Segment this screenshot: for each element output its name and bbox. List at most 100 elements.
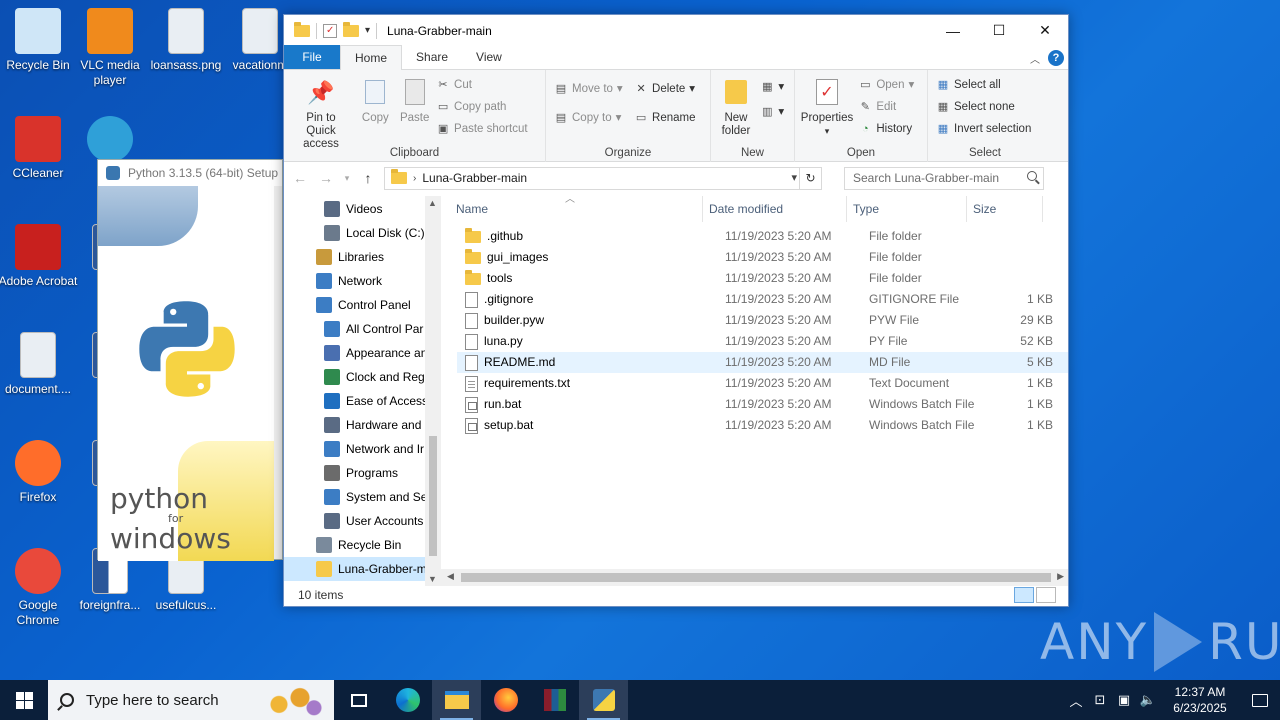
column-header-size[interactable]: Size — [967, 196, 1043, 222]
maximize-button[interactable]: ☐ — [976, 15, 1022, 46]
new-folder-button[interactable]: New folder — [715, 74, 757, 140]
taskbar-file-explorer[interactable] — [432, 680, 481, 720]
show-hidden-icons-icon[interactable]: ︿ — [1064, 691, 1088, 710]
minimize-button[interactable]: — — [930, 15, 976, 46]
desktop-icon[interactable]: Firefox — [0, 440, 78, 505]
select-none-button[interactable]: ▦ Select none — [936, 98, 1031, 117]
scroll-up-icon[interactable]: ▲ — [428, 198, 437, 208]
nav-item[interactable]: Recycle Bin — [284, 533, 441, 557]
history-button[interactable]: ◔ History — [858, 120, 914, 139]
desktop-icon[interactable]: loansass.png — [146, 8, 226, 73]
tab-share[interactable]: Share — [402, 45, 462, 69]
nav-item[interactable]: Hardware and — [284, 413, 441, 437]
file-row[interactable]: tools 11/19/2023 5:20 AM File folder — [457, 268, 1068, 289]
taskbar-search-box[interactable]: Type here to search — [48, 680, 334, 720]
search-input[interactable]: Search Luna-Grabber-main — [844, 166, 1044, 190]
nav-item[interactable]: Appearance an — [284, 341, 441, 365]
pin-to-quick-access-button[interactable]: 📌 Pin to Quick access — [288, 74, 354, 153]
desktop-icon[interactable]: Google Chrome — [0, 548, 78, 628]
taskbar-winrar[interactable] — [530, 680, 579, 720]
desktop-icon[interactable]: Adobe Acrobat — [0, 224, 78, 289]
column-header-date[interactable]: Date modified — [703, 196, 847, 222]
python-setup-titlebar[interactable]: Python 3.13.5 (64-bit) Setup — [98, 160, 282, 186]
nav-item[interactable]: All Control Par — [284, 317, 441, 341]
properties-button[interactable]: ✓ Properties ▾ — [799, 74, 855, 140]
rename-button[interactable]: ▭ Rename — [634, 109, 696, 128]
breadcrumb[interactable]: Luna-Grabber-main — [422, 171, 527, 185]
clock[interactable]: 12:37 AM 6/23/2025 — [1160, 684, 1240, 716]
nav-item[interactable]: Ease of Access — [284, 389, 441, 413]
properties-qat-icon[interactable]: ✓ — [323, 23, 337, 38]
volume-icon[interactable]: 🔈 — [1136, 692, 1160, 708]
column-header-type[interactable]: Type — [847, 196, 967, 222]
desktop-icon[interactable]: VLC media player — [70, 8, 150, 88]
nav-item[interactable]: Libraries — [284, 245, 441, 269]
nav-item[interactable]: Videos — [284, 197, 441, 221]
nav-scroll-thumb[interactable] — [429, 436, 437, 556]
breadcrumb-chevron-icon[interactable]: › — [413, 173, 416, 184]
tab-home[interactable]: Home — [340, 45, 403, 70]
nav-item[interactable]: User Accounts — [284, 509, 441, 533]
network-icon[interactable]: ▣ — [1112, 692, 1136, 708]
file-row[interactable]: requirements.txt 11/19/2023 5:20 AM Text D… — [457, 373, 1068, 394]
cut-button[interactable]: ✂ Cut — [436, 76, 528, 95]
file-row[interactable]: .gitignore 11/19/2023 5:20 AM GITIGNORE Fi… — [457, 289, 1068, 310]
tab-view[interactable]: View — [462, 45, 516, 69]
file-row[interactable]: .github 11/19/2023 5:20 AM File folder — [457, 226, 1068, 247]
desktop-icon[interactable]: document.... — [0, 332, 78, 397]
delete-button[interactable]: ✕ Delete ▾ — [634, 80, 695, 99]
file-list[interactable]: Name ︿ Date modified Type Size .github 11… — [441, 194, 1068, 586]
scroll-down-icon[interactable]: ▼ — [428, 574, 437, 584]
new-item-button[interactable]: ▦ ▾ — [760, 78, 784, 97]
file-explorer-window[interactable]: ✓ ▾ Luna-Grabber-main — ☐ ✕ File Home Sh… — [283, 14, 1069, 607]
nav-item[interactable]: Programs — [284, 461, 441, 485]
taskbar-firefox[interactable] — [481, 680, 530, 720]
nav-item[interactable]: System and Se — [284, 485, 441, 509]
python-setup-window[interactable]: Python 3.13.5 (64-bit) Setup python for … — [97, 159, 283, 561]
scroll-left-icon[interactable]: ◀ — [447, 571, 454, 582]
desktop-icon[interactable]: CCleaner — [0, 116, 78, 181]
file-row[interactable]: gui_images 11/19/2023 5:20 AM File folder — [457, 247, 1068, 268]
taskbar-edge[interactable] — [383, 680, 432, 720]
address-dropdown-icon[interactable]: ▾ — [791, 171, 797, 184]
paste-button[interactable]: Paste — [397, 74, 433, 127]
navigation-pane[interactable]: Videos Local Disk (C:) Libraries Network Con… — [284, 196, 441, 586]
qat-dropdown-icon[interactable]: ▾ — [365, 25, 370, 36]
refresh-icon[interactable]: ↻ — [799, 167, 821, 189]
close-button[interactable]: ✕ — [1022, 15, 1068, 46]
copy-path-button[interactable]: ▭ Copy path — [436, 98, 528, 117]
recent-dropdown-icon[interactable]: ▾ — [342, 173, 352, 184]
move-to-button[interactable]: ▤ Move to ▾ — [554, 80, 623, 99]
invert-selection-button[interactable]: ▦ Invert selection — [936, 120, 1032, 139]
desktop-icon[interactable]: Recycle Bin — [0, 8, 78, 73]
file-row[interactable]: builder.pyw 11/19/2023 5:20 AM PYW File 29 … — [457, 310, 1068, 331]
new-folder-qat-icon[interactable] — [343, 21, 359, 37]
up-arrow-icon[interactable]: ↑ — [358, 170, 378, 186]
horizontal-scroll-thumb[interactable] — [461, 573, 1051, 582]
forward-arrow-icon[interactable]: → — [316, 170, 336, 186]
details-view-button[interactable] — [1014, 587, 1034, 603]
nav-item[interactable]: Local Disk (C:) — [284, 221, 441, 245]
paste-shortcut-button[interactable]: ▣ Paste shortcut — [436, 120, 528, 139]
file-row[interactable]: README.md 11/19/2023 5:20 AM MD File 5 KB — [457, 352, 1068, 373]
select-all-button[interactable]: ▦ Select all — [936, 76, 1031, 95]
copy-button[interactable]: Copy — [357, 74, 393, 127]
collapse-ribbon-icon[interactable]: ︿ — [1030, 51, 1040, 66]
notifications-button[interactable] — [1240, 693, 1280, 707]
help-icon[interactable]: ? — [1048, 50, 1064, 66]
nav-item[interactable]: Network and Ir — [284, 437, 441, 461]
nav-item[interactable]: Clock and Regi — [284, 365, 441, 389]
large-icons-view-button[interactable] — [1036, 587, 1056, 603]
nav-item[interactable]: Control Panel — [284, 293, 441, 317]
easy-access-button[interactable]: ▥ ▾ — [760, 103, 784, 122]
nav-scrollbar[interactable]: ▲ ▼ — [425, 196, 441, 586]
device-icon[interactable]: ⊡ — [1088, 692, 1112, 708]
tab-file[interactable]: File — [284, 45, 340, 69]
file-row[interactable]: luna.py 11/19/2023 5:20 AM PY File 52 KB — [457, 331, 1068, 352]
file-row[interactable]: setup.bat 11/19/2023 5:20 AM Windows Batch… — [457, 415, 1068, 436]
back-arrow-icon[interactable]: ← — [290, 170, 310, 186]
scroll-right-icon[interactable]: ▶ — [1057, 571, 1064, 582]
open-button[interactable]: ▭ Open ▾ — [858, 76, 914, 95]
edit-button[interactable]: ✎ Edit — [858, 98, 914, 117]
task-view-button[interactable] — [334, 680, 383, 720]
